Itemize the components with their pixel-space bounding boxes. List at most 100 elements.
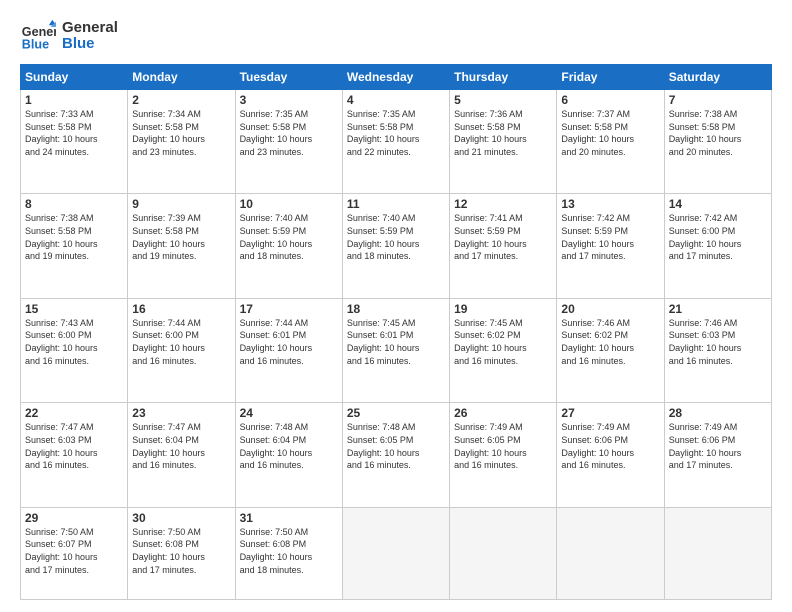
calendar-cell bbox=[557, 507, 664, 599]
calendar-table: SundayMondayTuesdayWednesdayThursdayFrid… bbox=[20, 64, 772, 600]
day-number: 12 bbox=[454, 197, 552, 211]
day-info: Sunrise: 7:44 AM Sunset: 6:00 PM Dayligh… bbox=[132, 317, 230, 367]
svg-text:Blue: Blue bbox=[22, 38, 49, 52]
logo-icon: General Blue bbox=[20, 18, 56, 54]
calendar-cell: 16Sunrise: 7:44 AM Sunset: 6:00 PM Dayli… bbox=[128, 298, 235, 402]
week-row-3: 15Sunrise: 7:43 AM Sunset: 6:00 PM Dayli… bbox=[21, 298, 772, 402]
day-info: Sunrise: 7:39 AM Sunset: 5:58 PM Dayligh… bbox=[132, 212, 230, 262]
day-number: 22 bbox=[25, 406, 123, 420]
day-number: 8 bbox=[25, 197, 123, 211]
day-number: 25 bbox=[347, 406, 445, 420]
calendar-cell: 9Sunrise: 7:39 AM Sunset: 5:58 PM Daylig… bbox=[128, 194, 235, 298]
calendar-cell: 7Sunrise: 7:38 AM Sunset: 5:58 PM Daylig… bbox=[664, 90, 771, 194]
calendar-cell: 13Sunrise: 7:42 AM Sunset: 5:59 PM Dayli… bbox=[557, 194, 664, 298]
week-row-1: 1Sunrise: 7:33 AM Sunset: 5:58 PM Daylig… bbox=[21, 90, 772, 194]
day-number: 24 bbox=[240, 406, 338, 420]
calendar-cell: 28Sunrise: 7:49 AM Sunset: 6:06 PM Dayli… bbox=[664, 403, 771, 507]
day-number: 2 bbox=[132, 93, 230, 107]
calendar-cell: 25Sunrise: 7:48 AM Sunset: 6:05 PM Dayli… bbox=[342, 403, 449, 507]
calendar-cell: 29Sunrise: 7:50 AM Sunset: 6:07 PM Dayli… bbox=[21, 507, 128, 599]
day-info: Sunrise: 7:35 AM Sunset: 5:58 PM Dayligh… bbox=[347, 108, 445, 158]
calendar-cell: 6Sunrise: 7:37 AM Sunset: 5:58 PM Daylig… bbox=[557, 90, 664, 194]
day-number: 5 bbox=[454, 93, 552, 107]
day-number: 18 bbox=[347, 302, 445, 316]
logo-text-general: General bbox=[62, 20, 118, 37]
week-row-4: 22Sunrise: 7:47 AM Sunset: 6:03 PM Dayli… bbox=[21, 403, 772, 507]
calendar-cell: 11Sunrise: 7:40 AM Sunset: 5:59 PM Dayli… bbox=[342, 194, 449, 298]
day-number: 31 bbox=[240, 511, 338, 525]
calendar-page: General Blue General Blue SundayMondayTu… bbox=[0, 0, 792, 612]
day-number: 28 bbox=[669, 406, 767, 420]
calendar-cell bbox=[664, 507, 771, 599]
day-info: Sunrise: 7:40 AM Sunset: 5:59 PM Dayligh… bbox=[240, 212, 338, 262]
day-info: Sunrise: 7:36 AM Sunset: 5:58 PM Dayligh… bbox=[454, 108, 552, 158]
day-number: 23 bbox=[132, 406, 230, 420]
day-number: 21 bbox=[669, 302, 767, 316]
day-info: Sunrise: 7:45 AM Sunset: 6:01 PM Dayligh… bbox=[347, 317, 445, 367]
day-number: 17 bbox=[240, 302, 338, 316]
calendar-cell: 5Sunrise: 7:36 AM Sunset: 5:58 PM Daylig… bbox=[450, 90, 557, 194]
day-info: Sunrise: 7:44 AM Sunset: 6:01 PM Dayligh… bbox=[240, 317, 338, 367]
calendar-cell: 17Sunrise: 7:44 AM Sunset: 6:01 PM Dayli… bbox=[235, 298, 342, 402]
day-number: 26 bbox=[454, 406, 552, 420]
calendar-cell: 22Sunrise: 7:47 AM Sunset: 6:03 PM Dayli… bbox=[21, 403, 128, 507]
day-number: 16 bbox=[132, 302, 230, 316]
day-number: 13 bbox=[561, 197, 659, 211]
day-info: Sunrise: 7:43 AM Sunset: 6:00 PM Dayligh… bbox=[25, 317, 123, 367]
calendar-cell: 20Sunrise: 7:46 AM Sunset: 6:02 PM Dayli… bbox=[557, 298, 664, 402]
day-number: 27 bbox=[561, 406, 659, 420]
day-number: 6 bbox=[561, 93, 659, 107]
day-info: Sunrise: 7:38 AM Sunset: 5:58 PM Dayligh… bbox=[25, 212, 123, 262]
day-info: Sunrise: 7:48 AM Sunset: 6:05 PM Dayligh… bbox=[347, 421, 445, 471]
calendar-cell: 3Sunrise: 7:35 AM Sunset: 5:58 PM Daylig… bbox=[235, 90, 342, 194]
calendar-cell: 10Sunrise: 7:40 AM Sunset: 5:59 PM Dayli… bbox=[235, 194, 342, 298]
day-number: 10 bbox=[240, 197, 338, 211]
day-info: Sunrise: 7:40 AM Sunset: 5:59 PM Dayligh… bbox=[347, 212, 445, 262]
weekday-header-sunday: Sunday bbox=[21, 65, 128, 90]
header: General Blue General Blue bbox=[20, 18, 772, 54]
week-row-5: 29Sunrise: 7:50 AM Sunset: 6:07 PM Dayli… bbox=[21, 507, 772, 599]
logo: General Blue General Blue bbox=[20, 18, 118, 54]
calendar-cell: 27Sunrise: 7:49 AM Sunset: 6:06 PM Dayli… bbox=[557, 403, 664, 507]
calendar-cell: 18Sunrise: 7:45 AM Sunset: 6:01 PM Dayli… bbox=[342, 298, 449, 402]
day-info: Sunrise: 7:38 AM Sunset: 5:58 PM Dayligh… bbox=[669, 108, 767, 158]
day-info: Sunrise: 7:50 AM Sunset: 6:08 PM Dayligh… bbox=[240, 526, 338, 576]
day-info: Sunrise: 7:50 AM Sunset: 6:08 PM Dayligh… bbox=[132, 526, 230, 576]
calendar-cell: 30Sunrise: 7:50 AM Sunset: 6:08 PM Dayli… bbox=[128, 507, 235, 599]
weekday-header-thursday: Thursday bbox=[450, 65, 557, 90]
calendar-cell: 21Sunrise: 7:46 AM Sunset: 6:03 PM Dayli… bbox=[664, 298, 771, 402]
logo-text-blue: Blue bbox=[62, 36, 118, 53]
day-info: Sunrise: 7:42 AM Sunset: 5:59 PM Dayligh… bbox=[561, 212, 659, 262]
day-info: Sunrise: 7:47 AM Sunset: 6:03 PM Dayligh… bbox=[25, 421, 123, 471]
weekday-header-saturday: Saturday bbox=[664, 65, 771, 90]
day-number: 30 bbox=[132, 511, 230, 525]
day-number: 29 bbox=[25, 511, 123, 525]
day-number: 19 bbox=[454, 302, 552, 316]
calendar-cell bbox=[342, 507, 449, 599]
day-number: 14 bbox=[669, 197, 767, 211]
day-number: 15 bbox=[25, 302, 123, 316]
calendar-cell: 31Sunrise: 7:50 AM Sunset: 6:08 PM Dayli… bbox=[235, 507, 342, 599]
weekday-header-tuesday: Tuesday bbox=[235, 65, 342, 90]
day-number: 1 bbox=[25, 93, 123, 107]
calendar-cell bbox=[450, 507, 557, 599]
day-info: Sunrise: 7:33 AM Sunset: 5:58 PM Dayligh… bbox=[25, 108, 123, 158]
day-info: Sunrise: 7:42 AM Sunset: 6:00 PM Dayligh… bbox=[669, 212, 767, 262]
calendar-cell: 26Sunrise: 7:49 AM Sunset: 6:05 PM Dayli… bbox=[450, 403, 557, 507]
day-info: Sunrise: 7:41 AM Sunset: 5:59 PM Dayligh… bbox=[454, 212, 552, 262]
calendar-cell: 4Sunrise: 7:35 AM Sunset: 5:58 PM Daylig… bbox=[342, 90, 449, 194]
day-info: Sunrise: 7:37 AM Sunset: 5:58 PM Dayligh… bbox=[561, 108, 659, 158]
calendar-cell: 8Sunrise: 7:38 AM Sunset: 5:58 PM Daylig… bbox=[21, 194, 128, 298]
day-info: Sunrise: 7:46 AM Sunset: 6:02 PM Dayligh… bbox=[561, 317, 659, 367]
day-info: Sunrise: 7:49 AM Sunset: 6:06 PM Dayligh… bbox=[669, 421, 767, 471]
day-number: 3 bbox=[240, 93, 338, 107]
calendar-cell: 1Sunrise: 7:33 AM Sunset: 5:58 PM Daylig… bbox=[21, 90, 128, 194]
calendar-cell: 24Sunrise: 7:48 AM Sunset: 6:04 PM Dayli… bbox=[235, 403, 342, 507]
day-info: Sunrise: 7:50 AM Sunset: 6:07 PM Dayligh… bbox=[25, 526, 123, 576]
day-number: 20 bbox=[561, 302, 659, 316]
calendar-cell: 14Sunrise: 7:42 AM Sunset: 6:00 PM Dayli… bbox=[664, 194, 771, 298]
calendar-cell: 15Sunrise: 7:43 AM Sunset: 6:00 PM Dayli… bbox=[21, 298, 128, 402]
day-number: 7 bbox=[669, 93, 767, 107]
weekday-header-wednesday: Wednesday bbox=[342, 65, 449, 90]
day-info: Sunrise: 7:47 AM Sunset: 6:04 PM Dayligh… bbox=[132, 421, 230, 471]
